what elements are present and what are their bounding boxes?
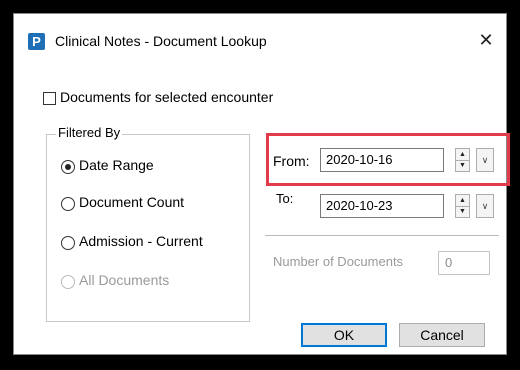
close-icon[interactable]: ✕ (476, 30, 496, 50)
app-logo-icon: P (28, 33, 45, 50)
window-title: Clinical Notes - Document Lookup (55, 33, 267, 49)
encounter-checkbox[interactable] (43, 92, 56, 105)
encounter-checkbox-label[interactable]: Documents for selected encounter (60, 89, 273, 105)
ok-button[interactable]: OK (301, 323, 387, 347)
number-of-documents-label: Number of Documents (273, 254, 404, 269)
to-date-dropdown[interactable]: ∨ (476, 194, 494, 218)
radio-admission-current-label[interactable]: Admission - Current (79, 233, 203, 249)
radio-date-range[interactable] (61, 160, 75, 174)
radio-all-documents-label: All Documents (79, 272, 170, 288)
filtered-by-legend: Filtered By (56, 125, 123, 140)
chevron-down-icon: ∨ (481, 201, 489, 211)
from-date-highlight (266, 133, 510, 186)
spin-down-icon[interactable]: ▼ (456, 206, 469, 217)
to-label: To: (276, 191, 294, 206)
cancel-button[interactable]: Cancel (399, 323, 485, 347)
radio-document-count-label[interactable]: Document Count (79, 194, 184, 210)
document-lookup-dialog: P Clinical Notes - Document Lookup ✕ Doc… (13, 13, 510, 355)
radio-date-range-label[interactable]: Date Range (79, 157, 154, 173)
to-date-spinner[interactable]: ▲ ▼ (455, 194, 470, 218)
divider (265, 235, 499, 236)
title-bar: P Clinical Notes - Document Lookup ✕ (14, 14, 506, 50)
radio-all-documents (61, 275, 75, 289)
radio-admission-current[interactable] (61, 236, 75, 250)
radio-document-count[interactable] (61, 197, 75, 211)
to-date-input[interactable]: 2020-10-23 (320, 194, 444, 218)
number-of-documents-input: 0 (438, 251, 490, 275)
